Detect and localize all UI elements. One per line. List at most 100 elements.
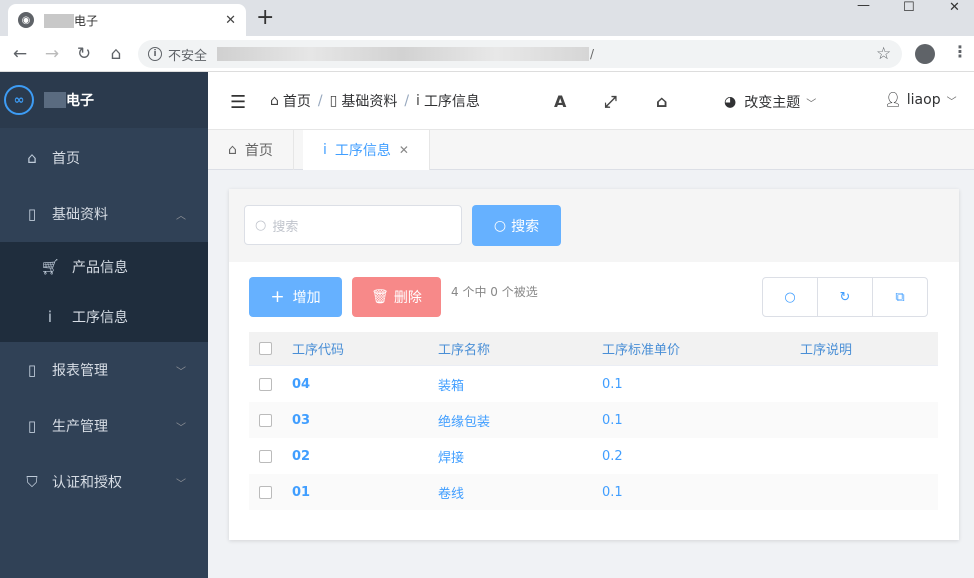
document-icon: ▯ [329,93,338,109]
cell-code[interactable]: 02 [292,449,310,464]
home-icon: ⌂ [27,149,37,167]
document-icon: ▯ [27,417,37,435]
info-icon: i [416,93,420,109]
add-button[interactable]: + 增加 [249,277,342,317]
user-icon: 👤︎ [884,92,902,108]
profile-avatar-icon[interactable] [915,44,935,64]
tags-view: ⌂ 首页 i 工序信息 ✕ [208,130,974,170]
cell-code[interactable]: 04 [292,377,310,392]
redacted-brand [44,92,66,108]
browser-tab[interactable]: ◉ 电子 ✕ [8,4,246,36]
hamburger-icon[interactable]: ☰ [230,92,246,113]
user-menu[interactable]: 👤︎ liaop ﹀ [884,92,957,108]
home-icon[interactable]: ⌂ [104,42,128,66]
browser-tabstrip: ◉ 电子 ✕ + — ☐ ✕ [0,0,974,36]
sidebar-item-reports[interactable]: ▯ 报表管理 ﹀ [0,342,208,398]
cell-code[interactable]: 01 [292,485,310,500]
theme-label: 改变主题 [744,95,801,111]
column-header[interactable]: 工序名称 [438,339,490,358]
sidebar-item-label: 生产管理 [52,419,108,435]
breadcrumb-item[interactable]: 基础资料 [341,91,397,111]
sidebar-item-home[interactable]: ⌂ 首页 [0,130,208,186]
column-header[interactable]: 工序代码 [292,339,344,358]
new-tab-button[interactable]: + [256,6,274,30]
logo-icon: ∞ [4,85,34,115]
sidebar-logo[interactable]: ∞ 电子 [0,72,208,128]
search-bar: ○ 搜索 ○ 搜索 [229,189,959,262]
table-row[interactable]: 01 卷线 0.1 [249,474,938,510]
delete-button[interactable]: 🗑︎ 删除 [352,277,441,317]
font-size-icon[interactable]: A [554,92,566,111]
tag-label: 首页 [244,143,273,159]
table-tools: ○ ↻ ⧉ [762,277,928,317]
shield-icon: ⛉ [26,473,38,491]
sidebar-item-process-info[interactable]: i 工序信息 [0,292,208,342]
close-icon[interactable]: ✕ [399,143,409,157]
chevron-down-icon: ﹀ [946,96,957,108]
cell-name: 焊接 [438,450,465,466]
fullscreen-icon[interactable]: ⤢ [604,92,617,112]
browser-menu-icon[interactable]: ⋮ [952,42,968,61]
cell-price: 0.1 [602,484,623,500]
select-all-checkbox[interactable] [259,342,272,355]
column-header[interactable]: 工序说明 [800,339,852,358]
maximize-button[interactable]: ☐ [903,0,915,15]
forward-icon[interactable]: → [40,42,64,66]
refresh-icon[interactable]: ↻ [818,278,873,316]
chevron-down-icon: ﹀ [176,366,186,378]
info-icon: i [47,308,53,326]
brand-name: 电子 [66,93,94,109]
table-row[interactable]: 02 焊接 0.2 [249,438,938,474]
home-icon[interactable]: ⌂ [656,92,667,111]
close-tab-icon[interactable]: ✕ [225,13,236,28]
table-row[interactable]: 04 装箱 0.1 [249,366,938,402]
palette-icon: ◕ [724,94,737,110]
row-checkbox[interactable] [259,449,272,463]
theme-switcher[interactable]: ◕ 改变主题 ﹀ [724,92,816,112]
sidebar-item-label: 产品信息 [72,260,128,276]
cell-price: 0.1 [602,376,623,392]
sidebar-item-label: 工序信息 [72,310,128,326]
close-window-button[interactable]: ✕ [949,0,960,15]
cell-name: 卷线 [438,486,465,502]
breadcrumb: ⌂ 首页 / ▯ 基础资料 / i 工序信息 [270,91,480,111]
tag-process-info[interactable]: i 工序信息 ✕ [303,130,430,170]
cell-price: 0.2 [602,448,623,464]
cell-name: 绝缘包装 [438,414,491,430]
sidebar-item-label: 报表管理 [52,363,108,379]
sidebar-item-label: 首页 [52,151,80,167]
breadcrumb-item[interactable]: 首页 [283,91,311,111]
row-checkbox[interactable] [259,377,272,391]
document-icon: ▯ [27,361,37,379]
selection-info: 4 个中 0 个被选 [451,285,538,299]
search-icon[interactable]: ○ [763,278,818,316]
minimize-button[interactable]: — [857,0,870,13]
sidebar-item-production[interactable]: ▯ 生产管理 ﹀ [0,398,208,454]
table-row[interactable]: 03 绝缘包装 0.1 [249,402,938,438]
bookmark-star-icon[interactable]: ☆ [876,44,891,64]
address-bar[interactable]: i 不安全 / [138,40,902,68]
search-input[interactable]: ○ 搜索 [244,205,462,245]
sidebar-item-product-info[interactable]: 🛒︎ 产品信息 [0,242,208,292]
cell-name: 装箱 [438,378,465,394]
cell-code[interactable]: 03 [292,413,310,428]
info-icon: i [148,47,162,61]
column-header[interactable]: 工序标准单价 [602,339,680,358]
globe-icon: ◉ [18,12,34,28]
sidebar: ∞ 电子 ⌂ 首页 ▯ 基础资料 ︿ 🛒︎ 产品信息 i 工序信息 ▯ 报表管理… [0,72,208,578]
reload-icon[interactable]: ↻ [72,42,96,66]
browser-tab-title: 电子 [74,13,99,28]
home-icon: ⌂ [270,93,279,109]
back-icon[interactable]: ← [8,42,32,66]
row-checkbox[interactable] [259,485,272,499]
search-button[interactable]: ○ 搜索 [472,205,561,246]
username: liaop [906,92,941,108]
sidebar-item-label: 认证和授权 [52,475,122,491]
row-checkbox[interactable] [259,413,272,427]
tag-home[interactable]: ⌂ 首页 [208,130,294,170]
export-icon[interactable]: ⧉ [873,278,927,316]
cell-price: 0.1 [602,412,623,428]
sidebar-item-auth[interactable]: ⛉ 认证和授权 ﹀ [0,454,208,510]
redacted-url [217,47,590,61]
sidebar-item-basic-data[interactable]: ▯ 基础资料 ︿ [0,186,208,242]
